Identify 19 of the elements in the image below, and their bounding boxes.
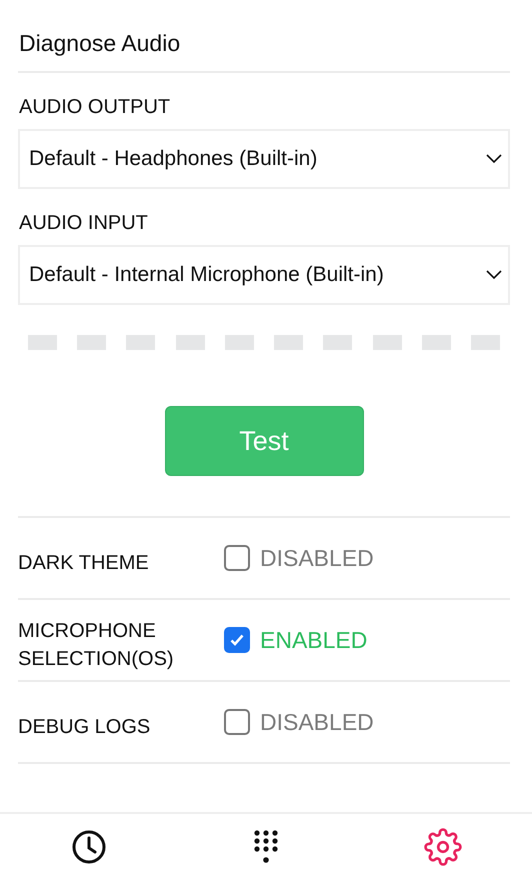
checkbox[interactable] — [224, 627, 250, 653]
status-text: ENABLED — [260, 626, 368, 654]
checkbox[interactable] — [224, 709, 250, 735]
setting-label: DARK THEME — [18, 551, 150, 576]
chevron-down-icon — [486, 270, 502, 280]
setting-label: MICROPHONE SELECTION(OS) — [18, 619, 175, 672]
settings-icon[interactable] — [424, 828, 462, 866]
status-text: DISABLED — [260, 708, 374, 736]
clock-icon[interactable] — [70, 829, 107, 865]
field-label: AUDIO INPUT — [19, 212, 149, 235]
input-select[interactable]: Default - Internal Microphone (Built-in) — [18, 245, 510, 305]
setting-label: DEBUG LOGS — [18, 715, 152, 740]
field-label: AUDIO OUTPUT — [19, 96, 172, 119]
dialpad-icon[interactable] — [252, 830, 279, 864]
panel-title: Diagnose Audio — [18, 29, 182, 58]
chevron-down-icon — [486, 154, 502, 164]
output-select[interactable]: Default - Headphones (Built-in) — [18, 129, 510, 189]
status-text: DISABLED — [260, 544, 374, 572]
checkbox[interactable] — [224, 545, 250, 571]
